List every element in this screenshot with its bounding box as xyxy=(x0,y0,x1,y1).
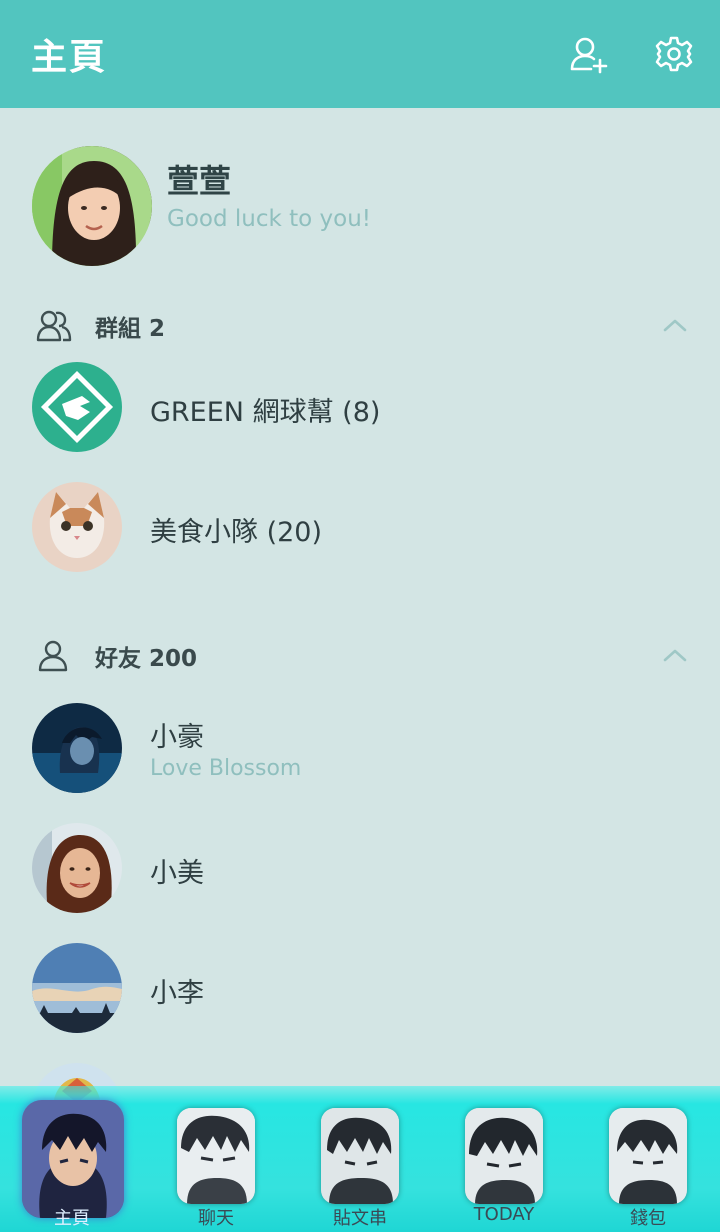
tab-label: 聊天 xyxy=(198,1208,234,1229)
tab-home[interactable]: 主頁 xyxy=(0,1086,144,1232)
profile-avatar[interactable] xyxy=(32,146,152,266)
friend-status-message: Love Blossom xyxy=(150,756,302,781)
friend-avatar xyxy=(32,703,122,793)
group-name: GREEN 網球幫 (8) xyxy=(150,397,381,428)
list-item-friend[interactable]: 小美 xyxy=(0,813,720,923)
friends-section-header[interactable]: 好友 200 xyxy=(0,632,720,676)
page-title: 主頁 xyxy=(31,37,108,78)
tab-label: 主頁 xyxy=(54,1208,90,1229)
groups-section-header[interactable]: 群組 2 xyxy=(0,302,720,346)
friend-avatar xyxy=(32,823,122,913)
person-icon xyxy=(36,638,72,672)
home-tab-icon xyxy=(22,1100,124,1218)
tab-today[interactable]: TODAY xyxy=(432,1086,576,1232)
group-name: 美食小隊 (20) xyxy=(150,517,323,548)
list-item-friend[interactable]: 小豪 Love Blossom xyxy=(0,693,720,803)
wallet-tab-icon xyxy=(609,1108,687,1204)
chevron-up-icon[interactable] xyxy=(660,640,690,670)
list-item-group-tennis[interactable]: GREEN 網球幫 (8) xyxy=(0,352,720,462)
add-person-icon xyxy=(570,37,608,74)
tab-label: TODAY xyxy=(473,1204,535,1225)
cat-avatar xyxy=(32,482,122,572)
friend-name: 小李 xyxy=(150,978,204,1009)
tab-label: 貼文串 xyxy=(333,1208,387,1229)
tab-chats[interactable]: 聊天 xyxy=(144,1086,288,1232)
top-bar: 主頁 xyxy=(0,0,720,108)
timeline-tab-icon xyxy=(321,1108,399,1204)
tab-label: 錢包 xyxy=(630,1208,666,1229)
group-icon xyxy=(36,308,72,342)
friend-name: 小豪 xyxy=(150,722,204,753)
add-friend-button[interactable] xyxy=(569,34,609,74)
friend-name: 小美 xyxy=(150,858,204,889)
chats-tab-icon xyxy=(177,1108,255,1204)
tab-timeline[interactable]: 貼文串 xyxy=(288,1086,432,1232)
friend-avatar xyxy=(32,943,122,1033)
tab-wallet[interactable]: 錢包 xyxy=(576,1086,720,1232)
list-item-group-food[interactable]: 美食小隊 (20) xyxy=(0,472,720,582)
list-item-friend[interactable]: 小李 xyxy=(0,933,720,1043)
profile-status-message[interactable]: Good luck to you! xyxy=(167,206,371,232)
groups-section-label: 群組 2 xyxy=(95,316,166,342)
profile-name[interactable]: 萱萱 xyxy=(167,156,231,202)
gear-icon xyxy=(655,36,693,72)
today-tab-icon xyxy=(465,1108,543,1204)
bottom-tab-bar: 主頁 聊天 貼文串 TODAY 錢包 xyxy=(0,1086,720,1232)
friends-section-label: 好友 200 xyxy=(95,646,198,672)
tennis-group-avatar xyxy=(32,362,122,452)
settings-button[interactable] xyxy=(654,34,694,74)
chevron-up-icon[interactable] xyxy=(660,310,690,340)
